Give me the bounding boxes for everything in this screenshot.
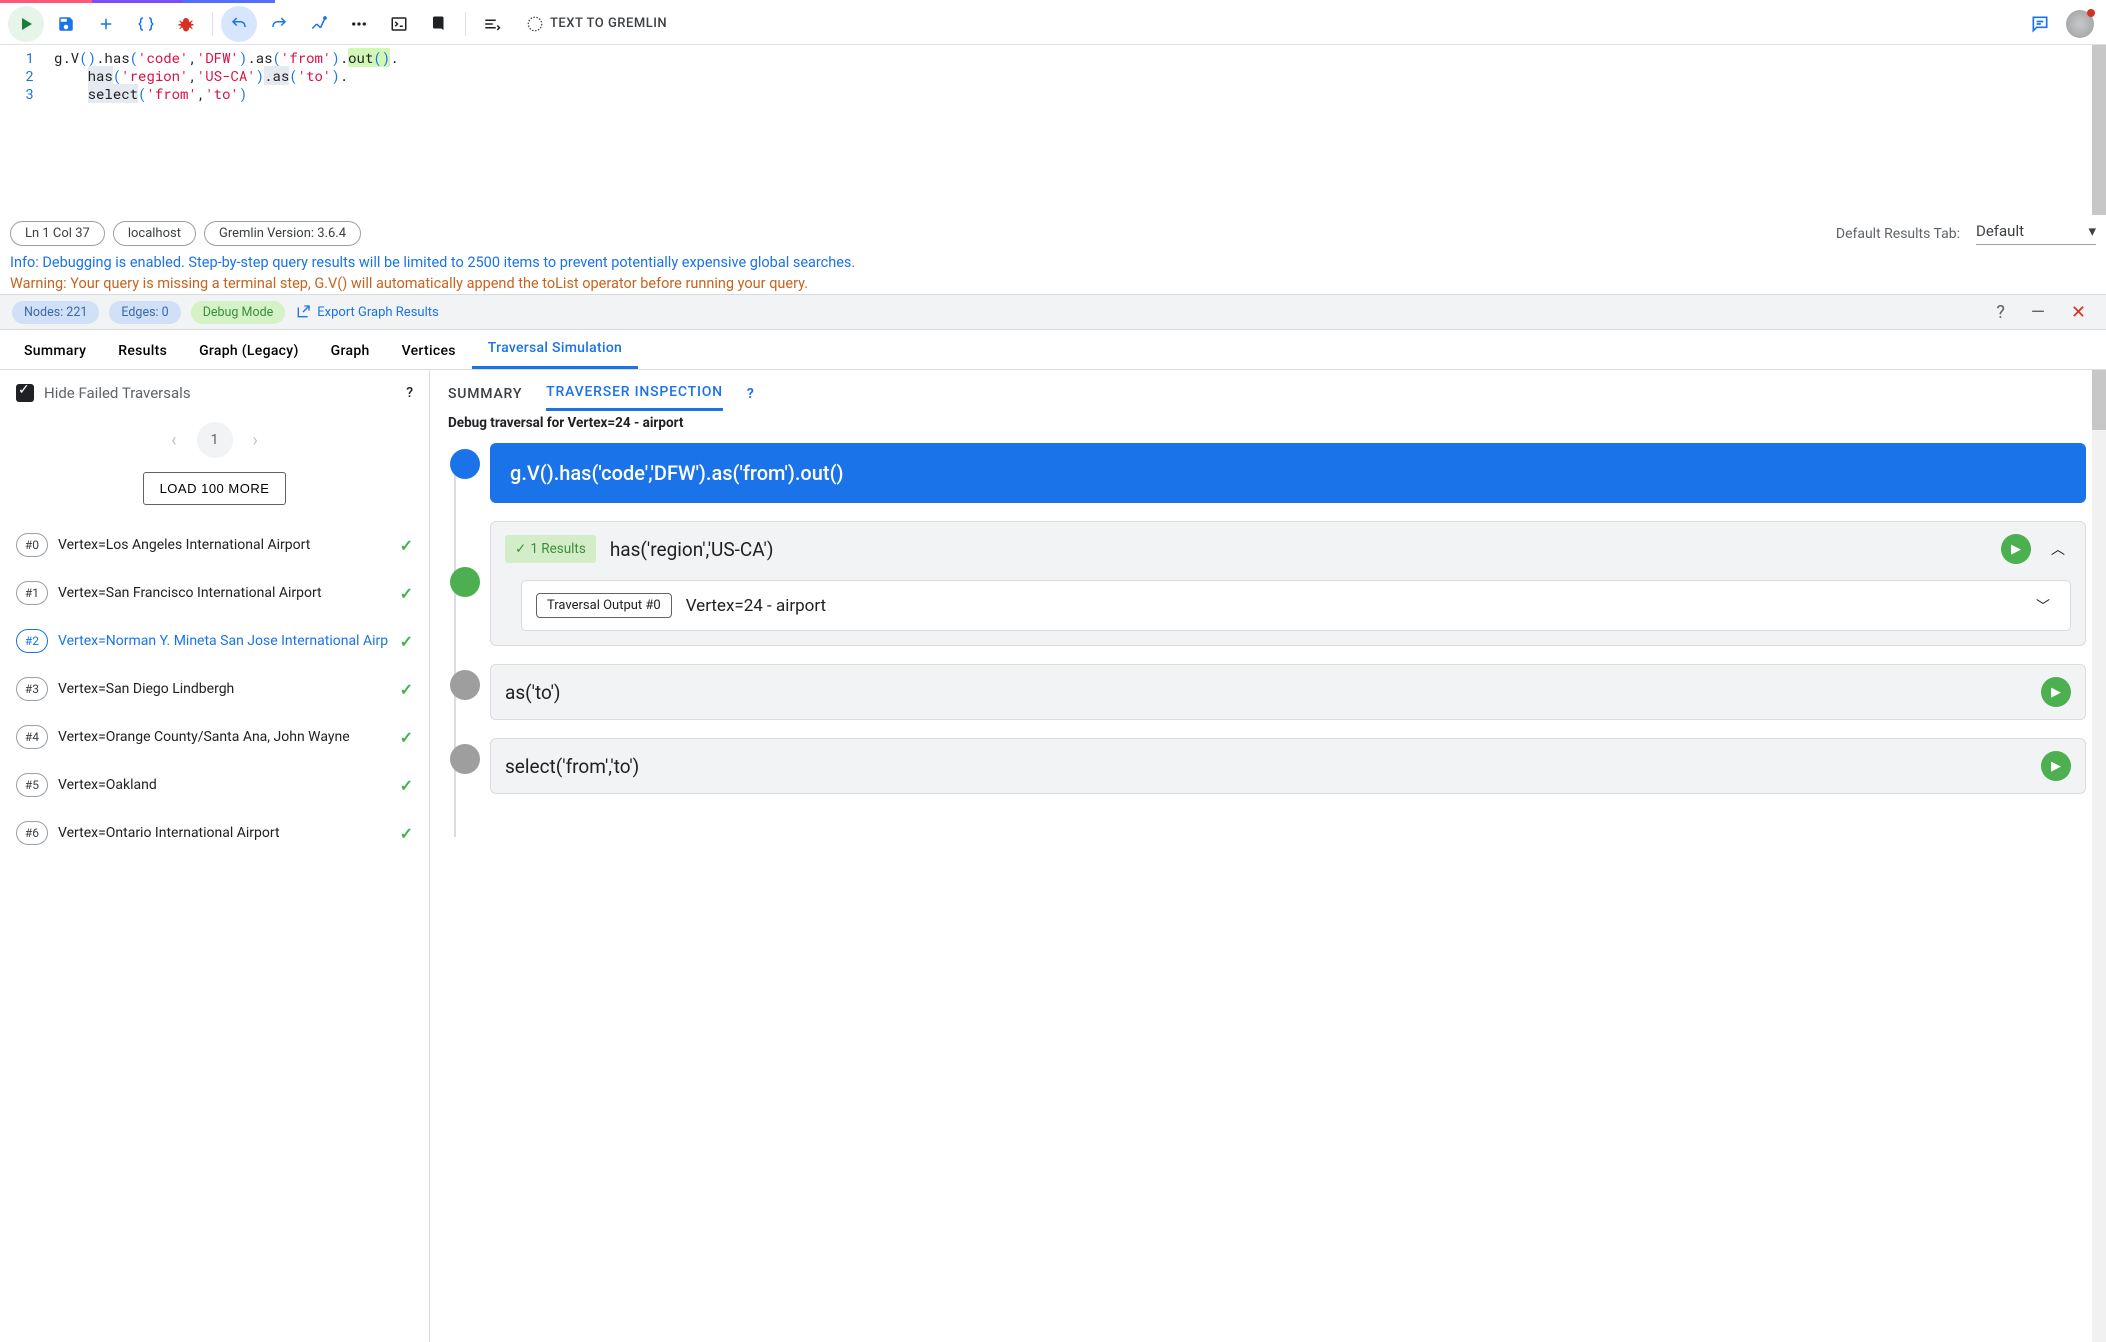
play-button[interactable]: ▶ [2041,677,2071,707]
nodes-pill: Nodes: 221 [12,301,99,324]
step-button[interactable] [301,6,337,42]
expand-icon[interactable]: ﹀ [2030,596,2056,616]
result-help-button[interactable]: ? [1988,302,2013,323]
ai-assistant-button[interactable] [2062,6,2098,42]
traversal-output-row[interactable]: Traversal Output #0 Vertex=24 - airport … [521,580,2071,631]
rp-tab-summary[interactable]: SUMMARY [448,386,522,410]
list-item[interactable]: #2Vertex=Norman Y. Mineta San Jose Inter… [0,617,429,665]
cursor-chip: Ln 1 Col 37 [10,221,105,246]
list-item[interactable]: #4Vertex=Orange County/Santa Ana, John W… [0,713,429,761]
host-chip: localhost [113,221,196,246]
list-item[interactable]: #6Vertex=Ontario International Airport✓ [0,809,429,857]
play-button[interactable]: ▶ [2001,534,2031,564]
pager-page: 1 [197,422,233,458]
check-icon: ✓ [400,536,413,555]
play-button[interactable]: ▶ [2041,751,2071,781]
results-badge: ✓ 1 Results [505,535,596,563]
edges-pill: Edges: 0 [109,301,180,324]
step-code: as('to') [505,681,2027,704]
default-tab-select[interactable]: Default ▾ [1976,222,2096,245]
list-item[interactable]: #3Vertex=San Diego Lindbergh✓ [0,665,429,713]
tab-graph-legacy[interactable]: Graph (Legacy) [183,333,315,369]
list-item[interactable]: #0Vertex=Los Angeles International Airpo… [0,521,429,569]
tab-summary[interactable]: Summary [8,333,102,369]
step-card: as('to') ▶ [490,664,2086,720]
braces-button[interactable] [128,6,164,42]
timeline-dot [450,449,480,479]
list-item[interactable]: #1Vertex=San Francisco International Air… [0,569,429,617]
step-card: ✓ 1 Results has('region','US-CA') ▶ ︿ Tr… [490,521,2086,646]
timeline-dot [450,670,480,700]
timeline-dot [450,744,480,774]
output-text: Vertex=24 - airport [686,596,2016,616]
left-help-button[interactable]: ? [406,385,413,401]
text-to-gremlin-label: TEXT TO GREMLIN [550,16,667,31]
tab-vertices[interactable]: Vertices [386,333,472,369]
warning-message: Warning: Your query is missing a termina… [0,273,2106,294]
export-button[interactable]: Export Graph Results [295,304,438,320]
result-bar: Nodes: 221 Edges: 0 Debug Mode Export Gr… [0,294,2106,330]
toolbar-separator [212,12,213,36]
check-icon: ✓ [400,824,413,843]
editor-scrollbar[interactable] [2092,45,2106,215]
check-icon: ✓ [400,584,413,603]
right-scrollbar[interactable] [2092,370,2106,1342]
step-code: has('region','US-CA') [610,538,1987,561]
more-button[interactable] [341,6,377,42]
rp-tab-inspection[interactable]: TRAVERSER INSPECTION [546,384,723,411]
check-icon: ✓ [400,776,413,795]
pager-next-button[interactable]: › [253,430,258,451]
console-button[interactable] [381,6,417,42]
result-minimize-button[interactable]: — [2023,302,2053,323]
text-to-gremlin-button[interactable]: TEXT TO GREMLIN [514,15,679,33]
undo-button[interactable] [221,6,257,42]
status-row: Ln 1 Col 37 localhost Gremlin Version: 3… [0,215,2106,252]
run-button[interactable] [8,6,44,42]
tab-results[interactable]: Results [102,333,183,369]
result-tabs: Summary Results Graph (Legacy) Graph Ver… [0,330,2106,370]
toolbar-separator [465,12,466,36]
step-card: select('from','to') ▶ [490,738,2086,794]
check-icon: ✓ [400,680,413,699]
gremlin-version-chip: Gremlin Version: 3.6.4 [204,221,361,246]
hide-failed-checkbox[interactable] [16,384,34,402]
check-icon: ✓ [400,728,413,747]
list-item[interactable]: #5Vertex=Oakland✓ [0,761,429,809]
pager: ‹ 1 › [0,416,429,464]
redo-button[interactable] [261,6,297,42]
load-more-button[interactable]: LOAD 100 MORE [143,472,287,505]
hide-failed-label: Hide Failed Traversals [44,384,191,402]
default-tab-label: Default Results Tab: [1836,226,1960,242]
format-button[interactable] [474,6,510,42]
check-icon: ✓ [400,632,413,651]
add-button[interactable] [88,6,124,42]
step-primary: g.V().has('code','DFW').as('from').out() [490,443,2086,503]
traversal-list-pane: Hide Failed Traversals ? ‹ 1 › LOAD 100 … [0,370,430,1342]
timeline: g.V().has('code','DFW').as('from').out()… [430,443,2106,1342]
timeline-dot [450,567,480,597]
collapse-icon[interactable]: ︿ [2045,539,2071,559]
info-message: Info: Debugging is enabled. Step-by-step… [0,252,2106,273]
tab-graph[interactable]: Graph [315,333,386,369]
result-close-button[interactable]: ✕ [2063,302,2094,323]
tab-traversal-simulation[interactable]: Traversal Simulation [472,330,638,369]
main-toolbar: TEXT TO GREMLIN [0,3,2106,45]
output-chip: Traversal Output #0 [536,593,672,618]
debug-mode-pill: Debug Mode [191,301,286,324]
vertex-list: #0Vertex=Los Angeles International Airpo… [0,521,429,1342]
save-button[interactable] [48,6,84,42]
debug-button[interactable] [168,6,204,42]
line-gutter: 1 2 3 [0,45,46,215]
traverser-inspection-pane: SUMMARY TRAVERSER INSPECTION ? Debug tra… [430,370,2106,1342]
feedback-button[interactable] [2022,6,2058,42]
rp-help-button[interactable]: ? [747,386,754,410]
pager-prev-button[interactable]: ‹ [171,430,176,451]
step-code: select('from','to') [505,755,2027,778]
book-button[interactable] [421,6,457,42]
code-editor[interactable]: 1 2 3 g.V().has('code','DFW').as('from')… [0,45,2106,215]
debug-title: Debug traversal for Vertex=24 - airport [430,411,2106,443]
